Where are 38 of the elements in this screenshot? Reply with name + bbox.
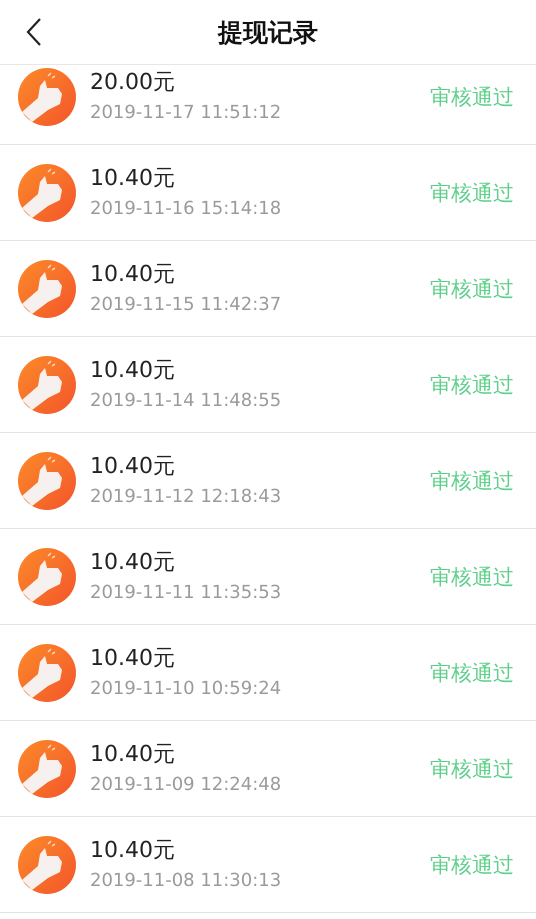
amount-text: 10.40元 (90, 262, 176, 288)
status-text: 审核通过 (430, 756, 514, 782)
page-title: 提现记录 (218, 16, 318, 48)
amount-text: 10.40元 (90, 550, 176, 576)
time-text: 2019-11-14 11:48:55 (90, 390, 282, 412)
thumbs-up-icon (18, 548, 76, 606)
status-text: 审核通过 (430, 180, 514, 206)
time-text: 2019-11-16 15:14:18 (90, 198, 282, 220)
status-text: 审核通过 (430, 84, 514, 110)
amount-text: 10.40元 (90, 166, 176, 192)
thumbs-up-icon (18, 836, 76, 894)
thumbs-up-icon (18, 356, 76, 414)
status-text: 审核通过 (430, 852, 514, 878)
status-text: 审核通过 (430, 468, 514, 494)
amount-text: 10.40元 (90, 454, 176, 480)
amount-text: 20.00元 (90, 70, 176, 96)
time-text: 2019-11-11 11:35:53 (90, 582, 282, 604)
time-text: 2019-11-17 11:51:12 (90, 102, 282, 124)
time-text: 2019-11-08 11:30:13 (90, 870, 282, 892)
thumbs-up-icon (18, 68, 76, 126)
thumbs-up-icon (18, 452, 76, 510)
status-text: 审核通过 (430, 372, 514, 398)
time-text: 2019-11-15 11:42:37 (90, 294, 282, 316)
time-text: 2019-11-09 12:24:48 (90, 774, 282, 796)
amount-text: 10.40元 (90, 646, 176, 672)
thumbs-up-icon (18, 260, 76, 318)
status-text: 审核通过 (430, 276, 514, 302)
thumbs-up-icon (18, 164, 76, 222)
time-text: 2019-11-12 12:18:43 (90, 486, 282, 508)
status-text: 审核通过 (430, 660, 514, 686)
time-text: 2019-11-10 10:59:24 (90, 678, 282, 700)
amount-text: 10.40元 (90, 838, 176, 864)
thumbs-up-icon (18, 644, 76, 702)
amount-text: 10.40元 (90, 742, 176, 768)
status-text: 审核通过 (430, 564, 514, 590)
back-icon (26, 18, 42, 46)
amount-text: 10.40元 (90, 358, 176, 384)
thumbs-up-icon (18, 740, 76, 798)
